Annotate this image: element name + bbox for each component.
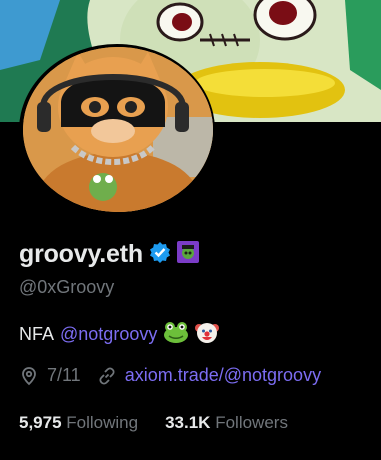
affiliate-badge-icon[interactable] [176, 241, 199, 268]
following-stat[interactable]: 5,975 Following [19, 413, 138, 433]
following-label: Following [66, 413, 139, 432]
following-count: 5,975 [19, 413, 62, 432]
followers-stat[interactable]: 33.1K Followers [165, 413, 288, 433]
profile-website-link[interactable]: axiom.trade/@notgroovy [125, 365, 321, 386]
location-pin-icon [19, 366, 39, 386]
bio: NFA @notgroovy [19, 320, 220, 349]
name-row: groovy.eth [19, 240, 199, 269]
clown-emoji-icon [195, 320, 220, 349]
display-name: groovy.eth [19, 240, 143, 268]
avatar-image [23, 47, 213, 212]
avatar[interactable] [23, 47, 213, 212]
profile-meta: 7/11 axiom.trade/@notgroovy [19, 365, 321, 386]
verified-badge-icon[interactable] [149, 241, 171, 268]
link-icon [97, 366, 117, 386]
followers-count: 33.1K [165, 413, 211, 432]
bio-mention-link[interactable]: @notgroovy [60, 324, 157, 345]
frog-emoji-icon [163, 321, 189, 348]
user-handle: @0xGroovy [19, 277, 115, 297]
follow-stats: 5,975 Following 33.1K Followers [19, 413, 288, 433]
location-text: 7/11 [47, 365, 81, 385]
followers-label: Followers [215, 413, 288, 432]
bio-text: NFA [19, 324, 55, 344]
